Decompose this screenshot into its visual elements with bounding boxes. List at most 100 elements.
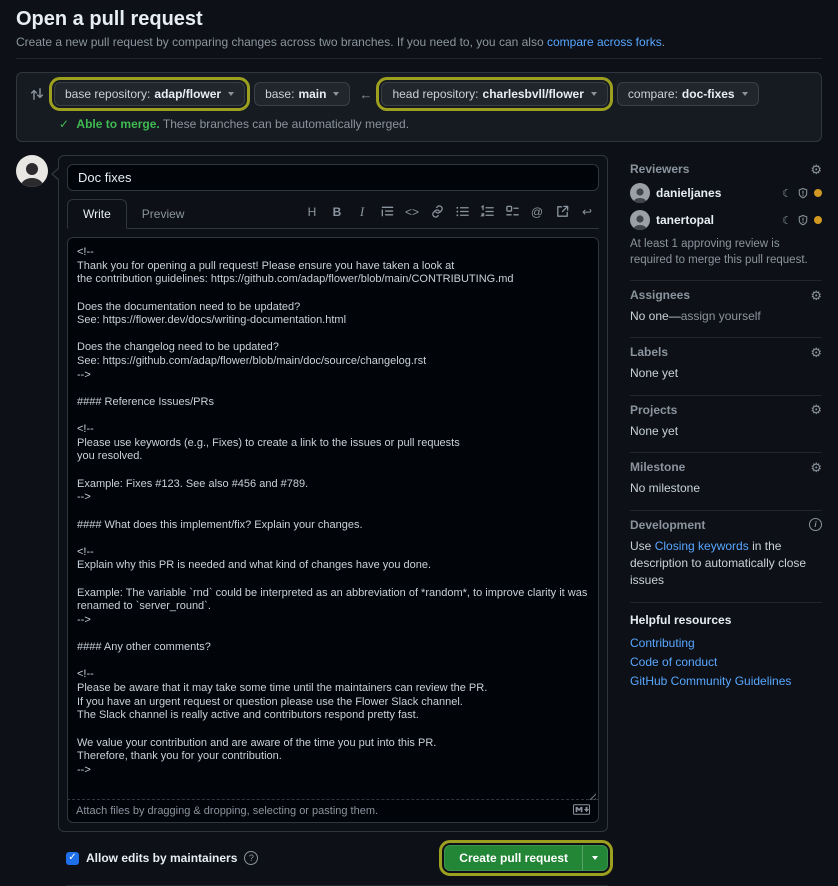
gear-icon[interactable]: ⚙ [810,289,822,302]
milestone-empty-text: No milestone [630,480,822,497]
allow-edits-group: ✓ Allow edits by maintainers ? [66,851,258,865]
contributing-link[interactable]: Contributing [630,634,822,652]
attach-files-hint: Attach files by dragging & dropping, sel… [76,805,378,817]
assignees-heading: Assignees [630,288,690,302]
development-heading: Development [630,518,705,532]
development-section: Development i Use Closing keywords in th… [630,511,822,603]
assign-yourself-link[interactable]: assign yourself [681,309,761,323]
assignees-empty-text: No one— [630,309,681,323]
busy-moon-icon: ☾ [782,214,792,227]
reviewers-note: At least 1 approving review is required … [630,237,822,268]
merge-status-strong: Able to merge. [76,117,159,131]
compare-branch-value: doc-fixes [682,87,735,101]
code-icon[interactable]: <> [400,201,424,223]
gear-icon[interactable]: ⚙ [810,461,822,474]
tasklist-icon[interactable] [500,201,524,223]
code-of-conduct-link[interactable]: Code of conduct [630,653,822,671]
helpful-resources-section: Helpful resources Contributing Code of c… [630,603,822,702]
reviewer-avatar [630,210,650,230]
gear-icon[interactable]: ⚙ [810,403,822,416]
projects-heading: Projects [630,403,677,417]
busy-moon-icon: ☾ [782,187,792,200]
head-repository-label: head repository: [392,87,478,101]
reviewer-row[interactable]: danieljanes ☾ [630,183,822,203]
italic-icon[interactable]: I [350,201,374,223]
create-pull-request-button[interactable]: Create pull request [444,845,582,871]
merge-status: ✓ Able to merge. These branches can be a… [59,117,809,131]
branch-selector-bar: base repository: adap/flower base: main … [16,72,822,142]
help-icon[interactable]: ? [244,851,258,865]
subtitle-period: . [662,35,665,49]
compare-branch-select[interactable]: compare: doc-fixes [617,82,759,106]
development-text: Use [630,539,655,553]
base-branch-select[interactable]: base: main [254,82,350,106]
compare-across-forks-link[interactable]: compare across forks [547,35,662,49]
page-title: Open a pull request [16,8,822,31]
heading-icon[interactable]: H [300,201,324,223]
base-branch-value: main [298,87,326,101]
markdown-icon [573,804,590,818]
mention-icon[interactable]: @ [525,201,549,223]
dropdown-caret-icon [592,856,598,860]
pending-review-dot-icon [814,216,822,224]
base-branch-label: base: [265,87,294,101]
editor-tabs: Write Preview H B I <> [67,199,599,229]
shield-icon [797,187,809,200]
create-pr-options-button[interactable] [582,845,608,871]
pr-description-textarea[interactable]: <!-- Thank you for opening a pull reques… [67,237,599,799]
reviewers-heading: Reviewers [630,162,689,176]
pending-review-dot-icon [814,189,822,197]
head-repository-value: charlesbvll/flower [483,87,584,101]
gear-icon[interactable]: ⚙ [810,346,822,359]
tab-preview[interactable]: Preview [127,200,200,228]
unordered-list-icon[interactable] [450,201,474,223]
create-pr-split-button: Create pull request [444,845,608,871]
header-divider [16,58,822,59]
bold-icon[interactable]: B [325,201,349,223]
labels-empty-text: None yet [630,365,822,382]
subtitle-text: Create a new pull request by comparing c… [16,35,547,49]
gear-icon[interactable]: ⚙ [810,163,822,176]
base-repository-value: adap/flower [154,87,221,101]
community-guidelines-link[interactable]: GitHub Community Guidelines [630,672,822,690]
quote-icon[interactable] [375,201,399,223]
base-repository-select[interactable]: base repository: adap/flower [54,82,245,106]
page-subtitle: Create a new pull request by comparing c… [16,35,822,49]
form-footer: ✓ Allow edits by maintainers ? Create pu… [66,845,608,886]
head-repository-select[interactable]: head repository: charlesbvll/flower [381,82,607,106]
open-pull-request-page: Open a pull request Create a new pull re… [0,0,838,886]
projects-empty-text: None yet [630,423,822,440]
pr-title-input[interactable] [67,164,599,191]
merge-status-text: These branches can be automatically merg… [163,117,409,131]
milestone-heading: Milestone [630,460,685,474]
compare-branch-label: compare: [628,87,678,101]
allow-edits-checkbox[interactable]: ✓ [66,852,79,865]
projects-section: Projects ⚙ None yet [630,396,822,453]
info-icon[interactable]: i [809,518,822,531]
dropdown-caret-icon [228,92,234,96]
reviewer-name: danieljanes [656,186,776,200]
reply-icon[interactable]: ↩ [575,201,599,223]
pr-editor-card: Write Preview H B I <> [58,155,608,832]
cross-reference-icon[interactable] [550,201,574,223]
base-repository-label: base repository: [65,87,150,101]
assignees-section: Assignees ⚙ No one—assign yourself [630,281,822,338]
attach-files-bar[interactable]: Attach files by dragging & dropping, sel… [67,799,599,823]
markdown-toolbar: H B I <> [300,201,599,227]
ordered-list-icon[interactable] [475,201,499,223]
labels-section: Labels ⚙ None yet [630,338,822,395]
merge-direction-arrow-icon: ← [359,87,372,102]
user-avatar [16,155,48,187]
reviewer-row[interactable]: tanertopal ☾ [630,210,822,230]
reviewer-name: tanertopal [656,213,776,227]
check-icon: ✓ [59,117,69,131]
reviewers-section: Reviewers ⚙ danieljanes ☾ tanertopal [630,155,822,281]
milestone-section: Milestone ⚙ No milestone [630,453,822,510]
closing-keywords-link[interactable]: Closing keywords [655,539,749,553]
allow-edits-label: Allow edits by maintainers [86,851,237,865]
tab-write[interactable]: Write [67,199,127,229]
reviewer-avatar [630,183,650,203]
link-icon[interactable] [425,201,449,223]
pr-sidebar: Reviewers ⚙ danieljanes ☾ tanertopal [630,155,822,702]
git-compare-icon [29,86,45,102]
